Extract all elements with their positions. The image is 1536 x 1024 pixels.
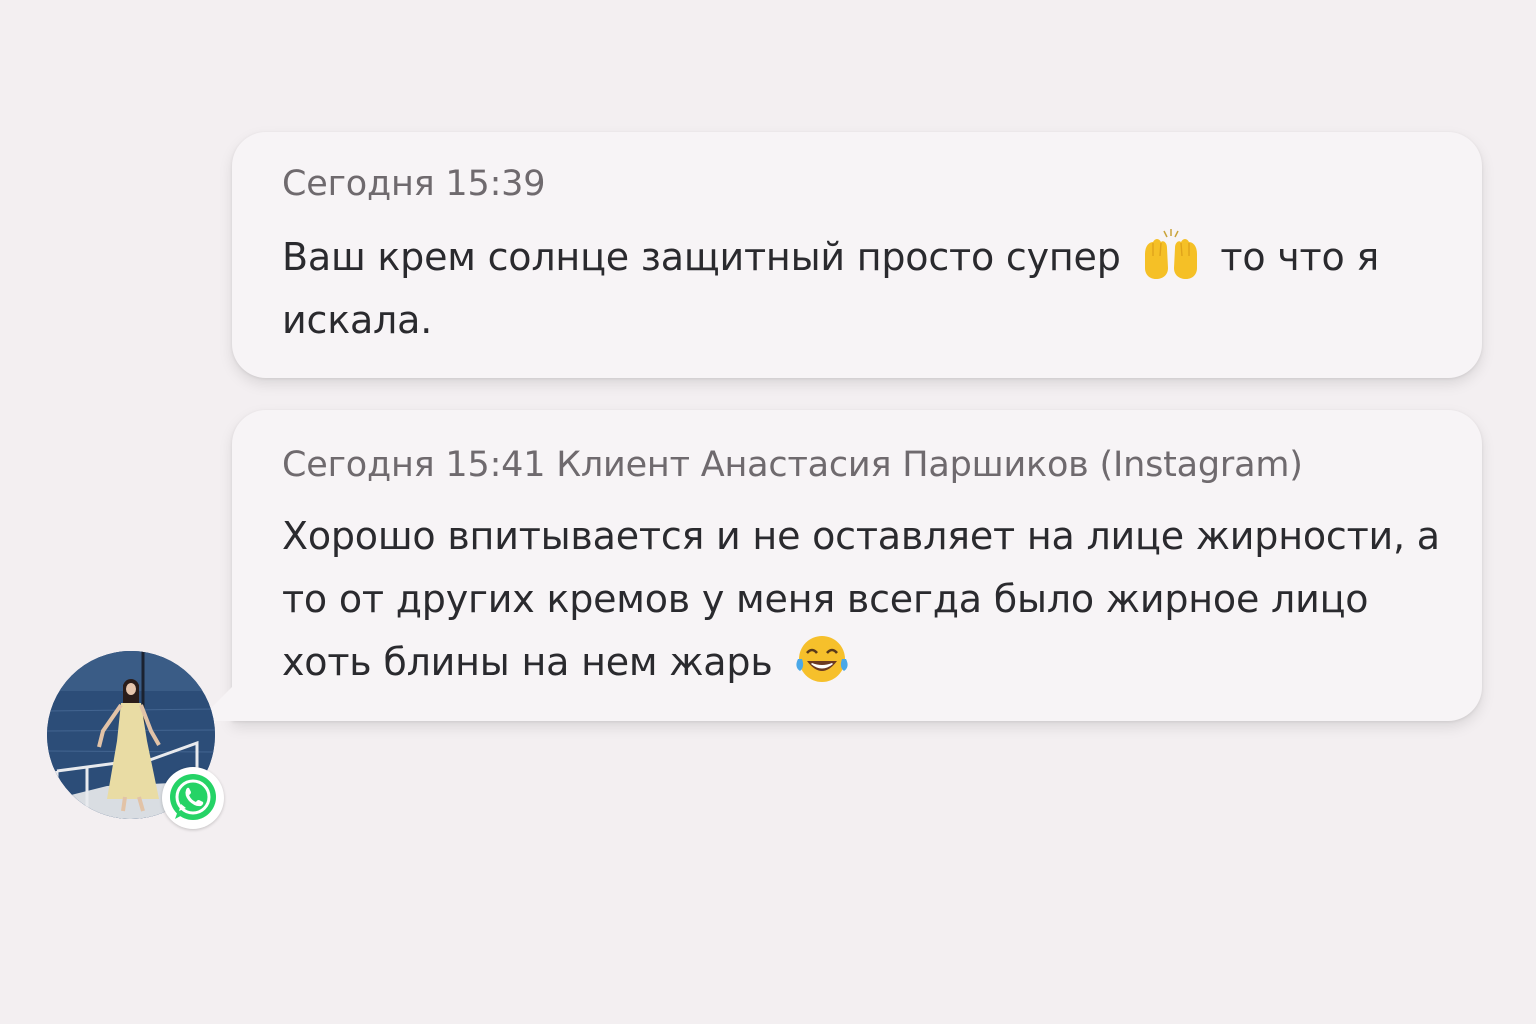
message-bubble: Сегодня 15:41 Клиент Анастасия Паршиков … — [232, 410, 1482, 721]
raising-hands-emoji — [1144, 229, 1197, 279]
message-timestamp: Сегодня 15:39 — [282, 164, 546, 204]
whatsapp-icon — [170, 774, 216, 820]
message-text-part: Ваш крем солнце защитный просто супер — [282, 235, 1133, 279]
whatsapp-badge — [162, 767, 224, 829]
message-text: Ваш крем солнце защитный просто супер то… — [282, 226, 1442, 352]
message-timestamp: Сегодня 15:41 Клиент Анастасия Паршиков … — [282, 445, 1303, 485]
message-text: Хорошо впитывается и не оставляет на лиц… — [282, 505, 1442, 694]
message-bubble: Сегодня 15:39 Ваш крем солнце защитный п… — [232, 132, 1482, 378]
message-text-part: Хорошо впитывается и не оставляет на лиц… — [282, 514, 1440, 684]
face-with-tears-of-joy-emoji — [796, 636, 848, 682]
